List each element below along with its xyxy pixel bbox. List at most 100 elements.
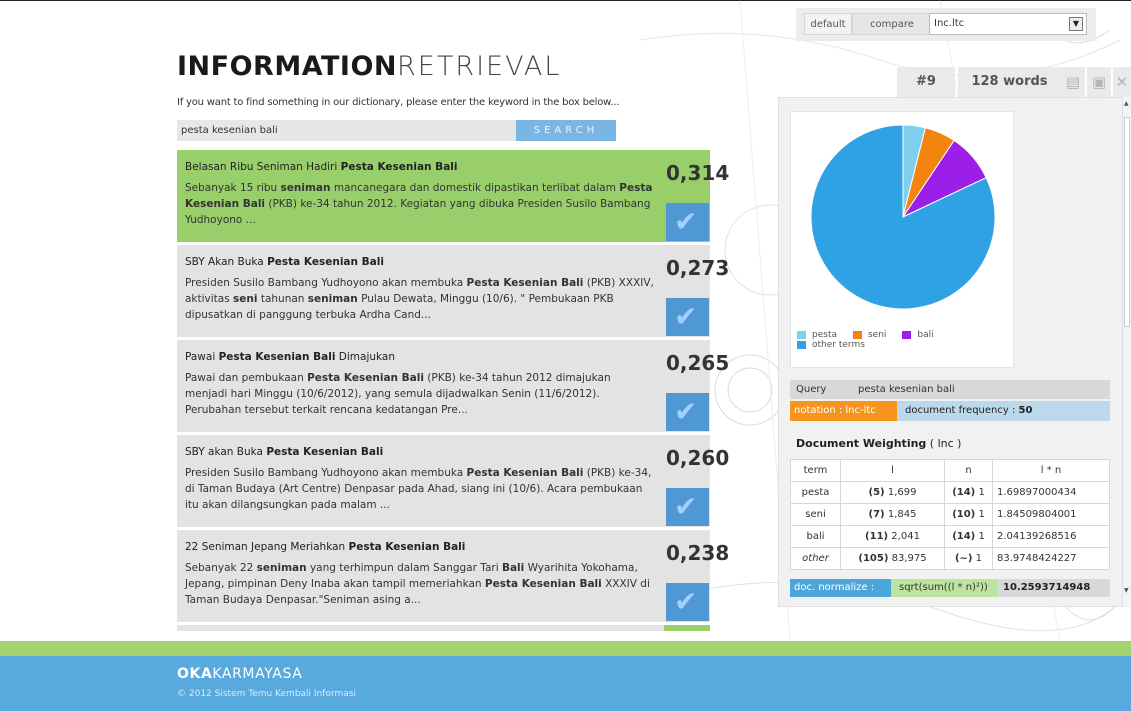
result-title[interactable]: Pawai Pesta Kesenian Bali Dimajukan [185,351,656,363]
word-count: 128 words [958,67,1061,97]
result-snippet: Presiden Susilo Bambang Yudhoyono akan m… [185,277,654,321]
ln-cell: 1.84509804001 [992,503,1110,526]
legend-item: pesta [797,330,837,340]
normalize-formula: sqrt(sum((l * n)²)) [891,579,997,597]
legend-swatch [852,330,862,339]
ln-cell: 2.04139268516 [992,525,1110,548]
scrollbar-thumb[interactable] [1124,117,1130,327]
weighting-header: l [840,459,945,482]
legend-swatch [902,330,912,339]
result-score: 0,314 [666,161,730,185]
search-input[interactable]: pesta kesenian bali [177,120,517,141]
page-logo: INFORMATIONRETRIEVAL [177,51,562,82]
weighting-header: l * n [992,459,1110,482]
term-cell: seni [790,503,841,526]
footer-copyright: © 2012 Sistem Temu Kembali Informasi [177,689,356,699]
term-cell: bali [790,525,841,548]
checkmark-icon: ✔ [674,300,698,333]
ln-cell: 83.9748424227 [992,547,1110,570]
result-snippet: Sebanyak 22 seniman yang terhimpun dalam… [185,562,650,606]
footer-stripe [0,641,1131,656]
term-cell: other [790,547,841,570]
relevance-check-button[interactable]: ✔ [666,298,709,336]
scroll-up-icon[interactable]: ▲ [1124,100,1129,107]
legend-swatch [797,330,806,339]
query-label: Query [796,384,827,395]
n-cell: (14) 1 [944,525,993,548]
legend-label: seni [867,330,887,340]
result-body: Pawai Pesta Kesenian Bali Dimajukan Pawai… [177,340,664,432]
weighting-header: term [790,459,841,482]
result-title[interactable]: SBY akan Buka Pesta Kesenian Bali [185,446,656,458]
n-cell: (10) 1 [944,503,993,526]
checkmark-icon: ✔ [674,395,698,428]
notation-badge: notation : lnc-ltc [790,401,897,421]
relevance-check-button[interactable]: ✔ [666,583,709,621]
copy-icon[interactable]: ▣ [1087,67,1111,97]
footer: OKAKARMAYASA © 2012 Sistem Temu Kembali … [0,656,1131,711]
document-weighting-heading: Document Weighting ( lnc ) [796,437,962,450]
document-frequency: document frequency : 50 [897,401,1110,421]
footer-logo: OKAKARMAYASA [177,666,303,682]
n-cell: (~) 1 [944,547,993,570]
mode-bar: default compare Inc.ltc ▼ [796,8,1096,41]
legend-label: bali [917,330,934,340]
result-body: SBY Akan Buka Pesta Kesenian Bali Preside… [177,245,664,337]
checkmark-icon: ✔ [674,205,698,238]
table-row: bali (11) 2,041 (14) 1 2.04139268516 [790,525,1110,548]
result-score: 0,265 [666,351,730,375]
n-cell: (14) 1 [944,481,993,504]
close-icon[interactable]: ✕ [1113,67,1131,97]
result-peek [177,625,710,631]
legend-item: bali [902,330,934,340]
l-cell: (7) 1,845 [840,503,945,526]
document-weighting-table: term l n l * n pesta (5) 1,699 (14) 1 1.6989700… [790,459,1110,570]
l-cell: (105) 83,975 [840,547,945,570]
relevance-check-button[interactable]: ✔ [666,488,709,526]
weighting-scheme-value: Inc.ltc [934,18,965,29]
term-cell: pesta [790,481,841,504]
result-score: 0,273 [666,256,730,280]
document-icon[interactable]: ▤ [1061,67,1085,97]
legend-label: other terms [812,340,865,350]
result-snippet: Pawai dan pembukaan Pesta Kesenian Bali … [185,372,611,416]
legend-swatch [797,340,806,349]
default-mode-button[interactable]: default [804,13,852,35]
result-body: Belasan Ribu Seniman Hadiri Pesta Keseni… [177,150,664,242]
checkmark-icon: ✔ [674,585,698,618]
relevance-check-button[interactable]: ✔ [666,393,709,431]
result-item[interactable]: SBY Akan Buka Pesta Kesenian Bali Preside… [177,245,729,337]
search-button[interactable]: SEARCH [516,120,616,141]
table-row: pesta (5) 1,699 (14) 1 1.69897000434 [790,481,1110,504]
result-snippet: Sebanyak 15 ribu seniman mancanegara dan… [185,182,653,226]
search-instructions: If you want to find something in our dic… [177,97,620,108]
scroll-down-icon[interactable]: ▼ [1124,587,1129,594]
result-item[interactable]: Pawai Pesta Kesenian Bali Dimajukan Pawai… [177,340,729,432]
result-title[interactable]: SBY Akan Buka Pesta Kesenian Bali [185,256,656,268]
normalize-label: doc. normalize : [790,579,891,597]
document-number: #9 [897,67,955,97]
weighting-header: n [944,459,993,482]
table-row: other (105) 83,975 (~) 1 83.9748424227 [790,547,1110,570]
compare-mode-button[interactable]: compare [852,13,932,35]
panel-scrollbar[interactable]: ▲ ▼ [1122,97,1131,607]
pie-chart [810,124,996,310]
result-item[interactable]: SBY akan Buka Pesta Kesenian Bali Preside… [177,435,729,527]
result-body: 22 Seniman Jepang Meriahkan Pesta Keseni… [177,530,664,622]
result-title[interactable]: 22 Seniman Jepang Meriahkan Pesta Keseni… [185,541,656,553]
checkmark-icon: ✔ [674,490,698,523]
dropdown-arrow-icon[interactable]: ▼ [1069,17,1083,31]
relevance-check-button[interactable]: ✔ [666,203,709,241]
result-snippet: Presiden Susilo Bambang Yudhoyono akan m… [185,467,652,511]
result-item[interactable]: Belasan Ribu Seniman Hadiri Pesta Keseni… [177,150,729,242]
result-score: 0,238 [666,541,730,565]
result-item[interactable]: 22 Seniman Jepang Meriahkan Pesta Keseni… [177,530,729,622]
l-cell: (5) 1,699 [840,481,945,504]
query-row: Query pesta kesenian bali [790,380,1110,399]
term-pie-chart: pesta seni bali other terms [790,111,1014,368]
result-title[interactable]: Belasan Ribu Seniman Hadiri Pesta Keseni… [185,161,656,173]
normalize-value: 10.2593714948 [997,579,1110,597]
table-row: seni (7) 1,845 (10) 1 1.84509804001 [790,503,1110,526]
weighting-scheme-select[interactable]: Inc.ltc ▼ [929,13,1087,35]
result-score: 0,260 [666,446,730,470]
